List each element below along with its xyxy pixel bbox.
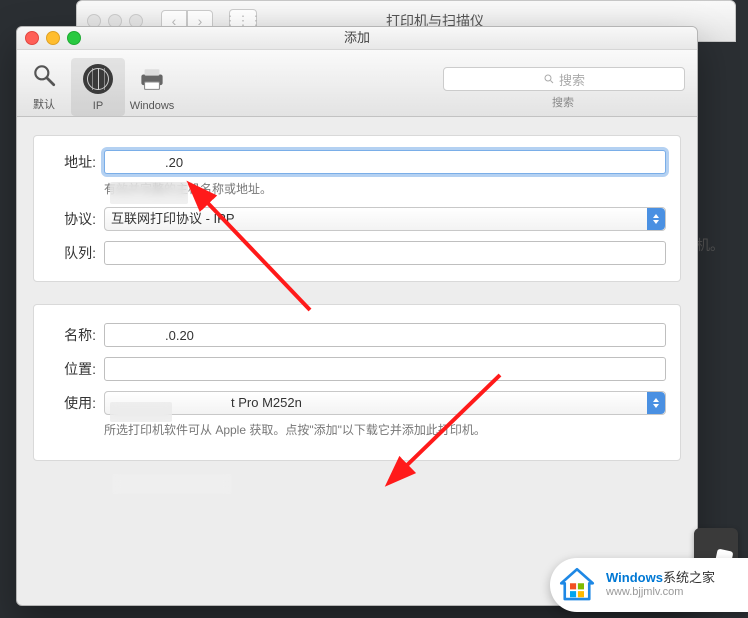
close-button[interactable] xyxy=(25,31,39,45)
location-label: 位置: xyxy=(38,359,104,379)
printer-info-panel: 名称: 位置: 使用: t Pro M252n xyxy=(33,304,681,461)
queue-label: 队列: xyxy=(38,243,104,263)
chevron-updown-icon xyxy=(647,392,665,414)
minimize-button[interactable] xyxy=(46,31,60,45)
address-input[interactable] xyxy=(104,150,666,174)
queue-input[interactable] xyxy=(104,241,666,265)
tab-ip[interactable]: IP xyxy=(71,58,125,116)
address-help-text: 有效并完整的主机名称或地址。 xyxy=(104,180,666,197)
location-input[interactable] xyxy=(104,357,666,381)
add-window-title: 添加 xyxy=(17,27,697,49)
name-label: 名称: xyxy=(38,325,104,345)
watermark-line2: www.bjjmlv.com xyxy=(606,586,715,599)
globe-icon xyxy=(71,60,125,98)
use-help-text: 所选打印机软件可从 Apple 获取。点按"添加"以下载它并添加此打印机。 xyxy=(104,421,666,438)
watermark-badge: Windows系统之家 www.bjjmlv.com xyxy=(550,558,748,612)
name-input[interactable] xyxy=(104,323,666,347)
blur-patch-name xyxy=(110,402,172,422)
protocol-popup[interactable]: 互联网打印协议 - IPP xyxy=(104,207,666,231)
connection-panel: 地址: 有效并完整的主机名称或地址。 协议: 互联网打印协议 - IPP 队列: xyxy=(33,135,681,282)
blur-patch-use xyxy=(112,474,232,494)
watermark-line1: Windows系统之家 xyxy=(606,571,715,586)
use-popup[interactable]: t Pro M252n xyxy=(104,391,666,415)
protocol-label: 协议: xyxy=(38,209,104,229)
search-placeholder: 搜索 xyxy=(559,70,585,89)
zoom-button[interactable] xyxy=(67,31,81,45)
house-windows-icon xyxy=(556,564,598,606)
add-window-titlebar: 添加 xyxy=(17,27,697,50)
tab-default[interactable]: 默认 xyxy=(17,54,71,116)
magnifier-icon xyxy=(17,56,71,94)
traffic-lights xyxy=(25,31,81,45)
toolbar-search-field[interactable]: 搜索 xyxy=(443,67,685,91)
blur-patch-address xyxy=(110,182,188,204)
tab-windows[interactable]: Windows xyxy=(125,58,179,116)
protocol-value: 互联网打印协议 - IPP xyxy=(111,211,235,226)
use-label: 使用: xyxy=(38,393,104,413)
chevron-updown-icon xyxy=(647,208,665,230)
add-window-toolbar: 默认 IP Windows 搜索 搜索 xyxy=(17,50,697,117)
add-printer-window: 添加 默认 IP Windows 搜索 搜索 xyxy=(16,26,698,606)
search-icon xyxy=(543,73,555,85)
printer-icon xyxy=(125,60,179,98)
address-label: 地址: xyxy=(38,152,104,172)
search-caption: 搜索 xyxy=(443,94,683,110)
